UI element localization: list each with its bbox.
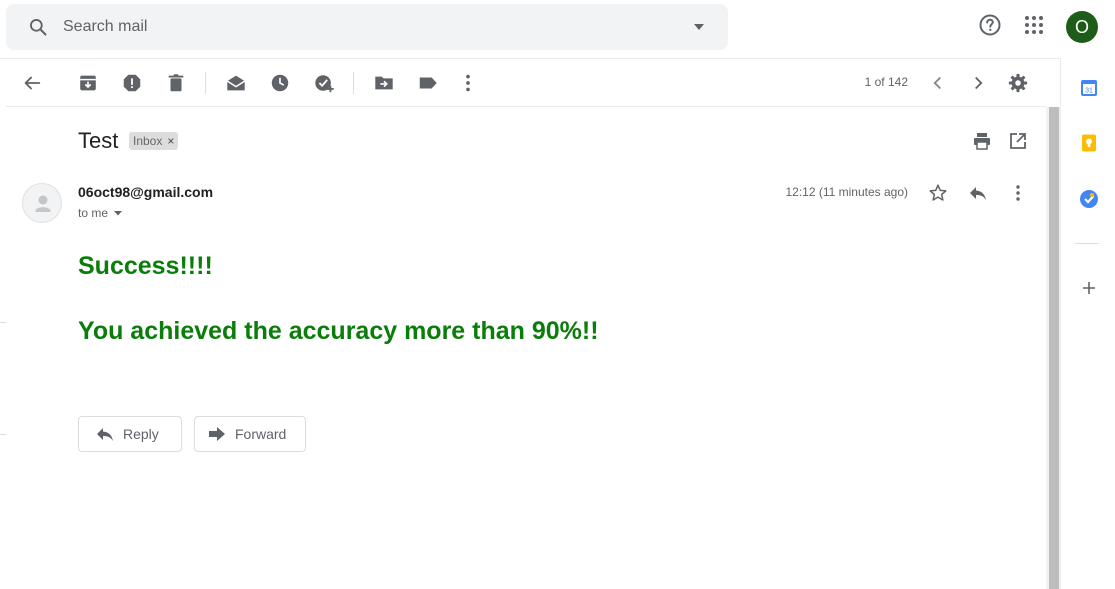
recipient-details[interactable]: to me <box>78 206 124 220</box>
reply-button-label: Reply <box>123 426 159 442</box>
pagination-count: 1 of 142 <box>864 75 908 89</box>
svg-text:31: 31 <box>1085 88 1093 95</box>
forward-icon <box>209 427 225 441</box>
add-to-tasks-icon[interactable] <box>313 72 335 94</box>
labels-icon[interactable] <box>417 72 439 94</box>
sender-avatar[interactable] <box>22 183 62 223</box>
gmail-window: O 1 of 142 31 Test Inbox × 06oct98@gmail… <box>0 0 1115 589</box>
calendar-icon[interactable]: 31 <box>1079 78 1099 98</box>
edge-marker <box>0 322 6 323</box>
delete-icon[interactable] <box>165 72 187 94</box>
keep-icon[interactable] <box>1079 133 1099 153</box>
email-subject: Test <box>78 128 119 153</box>
toolbar-separator <box>353 72 354 94</box>
side-panel-separator <box>1075 243 1099 244</box>
add-addon-icon[interactable] <box>1079 278 1099 298</box>
move-to-icon[interactable] <box>373 72 395 94</box>
message-time: 12:12 (11 minutes ago) <box>785 185 908 199</box>
toolbar-divider <box>6 106 1046 107</box>
scrollbar-thumb[interactable] <box>1049 107 1059 589</box>
toolbar-separator <box>205 72 206 94</box>
label-text: Inbox <box>133 134 163 148</box>
search-icon[interactable] <box>28 17 48 37</box>
search-input[interactable] <box>63 17 623 37</box>
forward-button[interactable]: Forward <box>194 416 306 452</box>
search-bar[interactable] <box>6 4 728 50</box>
print-icon[interactable] <box>972 131 992 151</box>
help-icon[interactable] <box>978 13 1002 37</box>
snooze-icon[interactable] <box>269 72 291 94</box>
message-body-line: Success!!!! <box>78 252 213 280</box>
forward-button-label: Forward <box>235 426 287 442</box>
edge-marker <box>0 434 6 435</box>
header-divider <box>0 58 1060 59</box>
star-icon[interactable] <box>928 183 948 203</box>
inbox-label-chip[interactable]: Inbox × <box>129 132 179 150</box>
sender-email[interactable]: 06oct98@gmail.com <box>78 184 213 200</box>
open-new-window-icon[interactable] <box>1008 131 1028 151</box>
message-body-line: You achieved the accuracy more than 90%!… <box>78 317 599 345</box>
next-icon[interactable] <box>967 72 989 94</box>
mark-unread-icon[interactable] <box>225 72 247 94</box>
more-vert-icon[interactable] <box>457 72 479 94</box>
settings-icon[interactable] <box>1007 72 1029 94</box>
account-avatar[interactable]: O <box>1066 11 1098 43</box>
chevron-down-icon[interactable] <box>112 208 124 218</box>
apps-grid-icon[interactable] <box>1022 13 1046 37</box>
reply-icon[interactable] <box>968 183 988 203</box>
reply-button[interactable]: Reply <box>78 416 182 452</box>
back-arrow-icon[interactable] <box>21 72 43 94</box>
tasks-icon[interactable] <box>1079 189 1099 209</box>
reply-icon <box>97 428 113 441</box>
search-options-icon[interactable] <box>692 21 706 33</box>
person-icon <box>35 195 51 212</box>
report-spam-icon[interactable] <box>121 72 143 94</box>
recipient-label: to me <box>78 206 109 220</box>
remove-label-icon[interactable]: × <box>167 132 174 150</box>
archive-icon[interactable] <box>77 72 99 94</box>
prev-icon[interactable] <box>927 72 949 94</box>
more-vert-icon[interactable] <box>1008 183 1028 203</box>
